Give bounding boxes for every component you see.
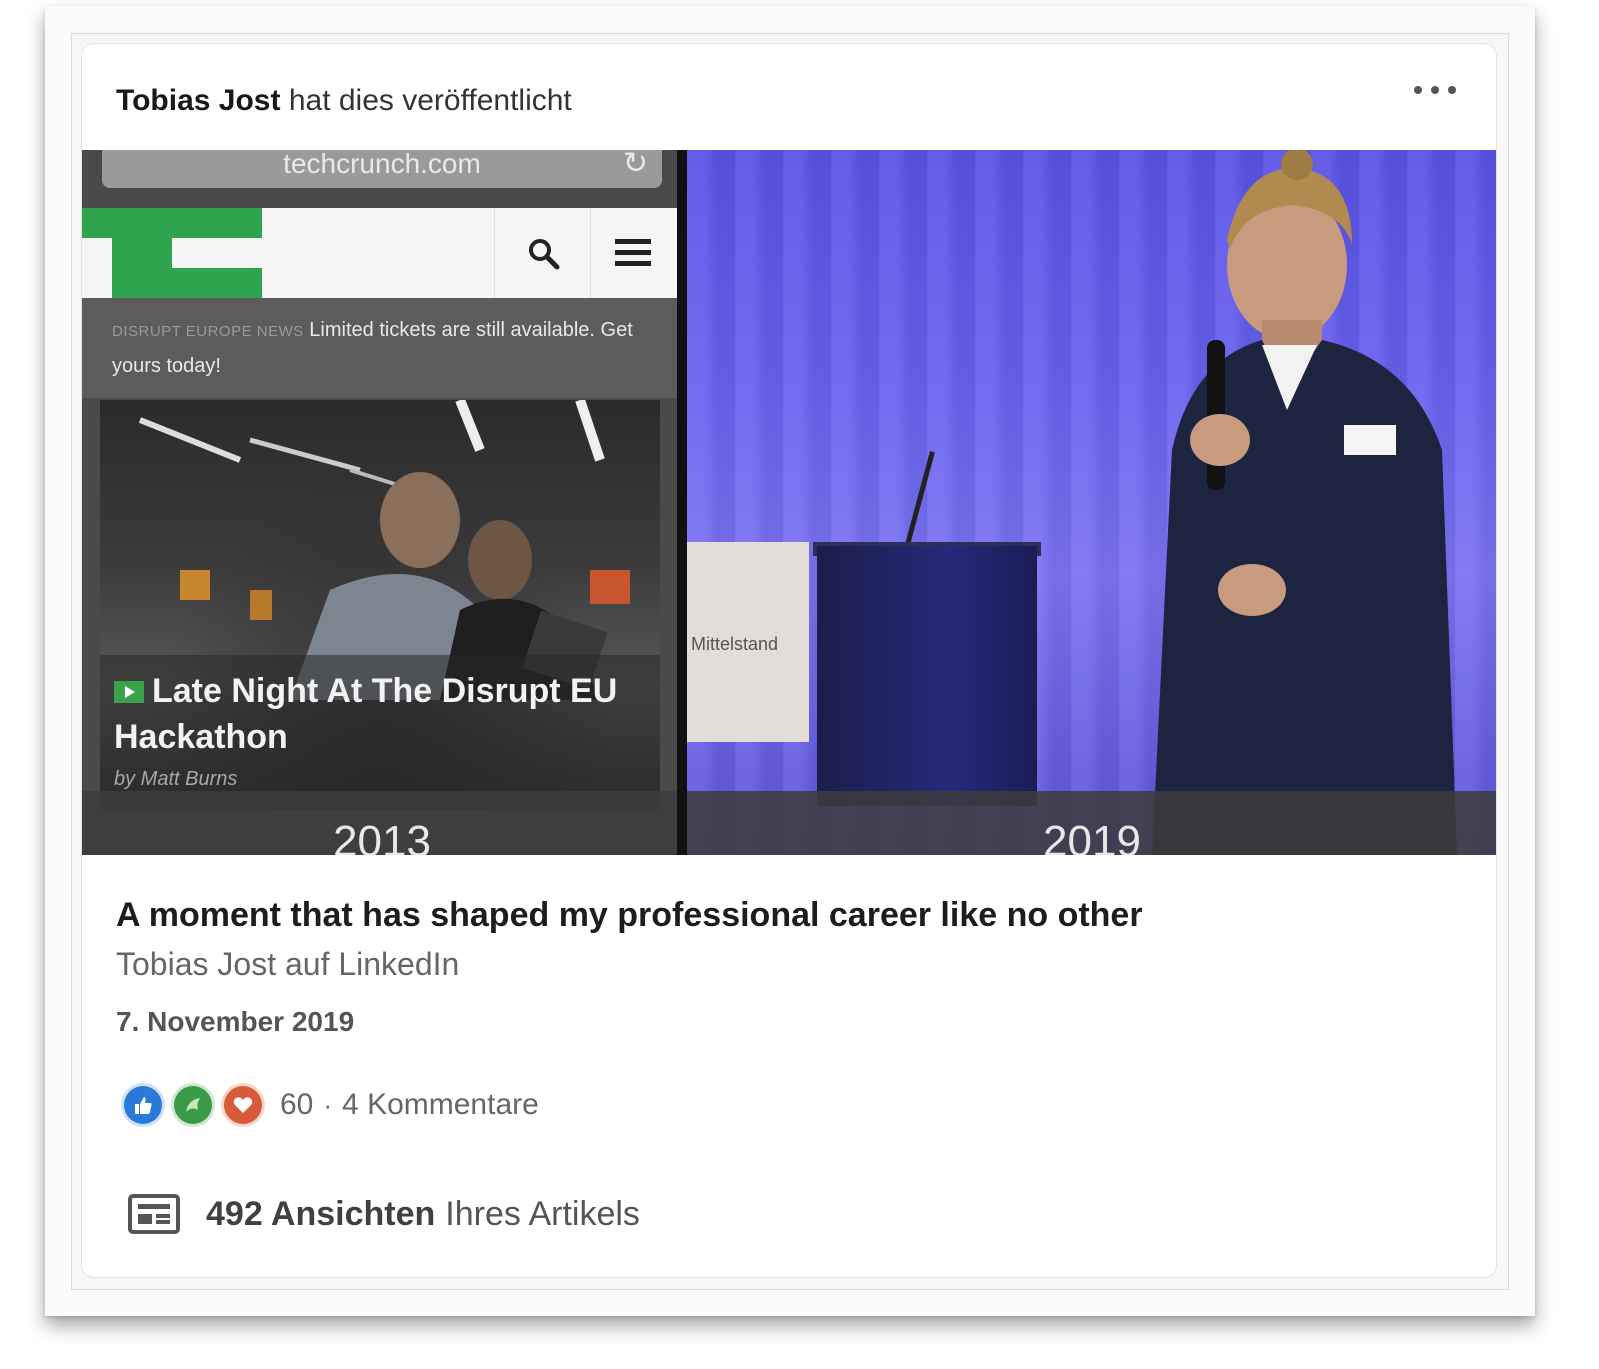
love-icon[interactable] — [224, 1086, 262, 1124]
social-counts: 60 · 4 Kommentare — [124, 1086, 539, 1124]
image-divider — [677, 150, 687, 855]
like-icon[interactable] — [124, 1086, 162, 1124]
separator-dot: · — [323, 1089, 333, 1120]
reaction-count[interactable]: 60 — [280, 1088, 313, 1122]
year-label-right: 2019 — [1043, 817, 1141, 855]
stage-banner-text: Mittelstand — [691, 634, 779, 654]
article-date: 7. November 2019 — [116, 1006, 355, 1037]
techcrunch-header — [82, 208, 677, 298]
views-count: 492 Ansichten — [206, 1194, 436, 1233]
image-left-2013: techcrunch.com ↻ DISRUPT EUROPE NEWS Lim… — [82, 150, 677, 855]
year-label-left: 2013 — [333, 817, 431, 855]
speaker-figure — [1152, 150, 1457, 855]
more-dot-icon — [1431, 86, 1439, 94]
browser-url-bar: techcrunch.com ↻ — [102, 150, 662, 188]
post-image[interactable]: techcrunch.com ↻ DISRUPT EUROPE NEWS Lim… — [82, 150, 1496, 855]
more-options-button[interactable] — [1414, 86, 1456, 94]
reload-icon: ↻ — [622, 150, 648, 180]
browser-url: techcrunch.com — [283, 150, 481, 179]
news-tag: DISRUPT EUROPE NEWS — [112, 323, 304, 340]
techcrunch-logo-icon — [82, 208, 262, 298]
article-views[interactable]: 492 Ansichten Ihres Artikels — [128, 1194, 640, 1234]
views-suffix: Ihres Artikels — [445, 1194, 640, 1233]
more-dot-icon — [1448, 86, 1456, 94]
search-icon — [494, 208, 591, 298]
post-action-text: hat dies veröffentlicht — [280, 84, 572, 117]
article-source: Tobias Jost auf LinkedIn — [116, 946, 460, 982]
podium-microphone — [904, 451, 935, 549]
post-header: Tobias Jost hat dies veröffentlicht — [116, 84, 572, 118]
hamburger-menu-icon — [589, 208, 677, 298]
news-banner: DISRUPT EUROPE NEWS Limited tickets are … — [82, 298, 677, 398]
author-name[interactable]: Tobias Jost — [116, 84, 280, 117]
more-dot-icon — [1414, 86, 1422, 94]
screenshot-window: Tobias Jost hat dies veröffentlicht tech… — [45, 6, 1535, 1316]
podium — [817, 546, 1037, 806]
hackathon-photo: Late Night At The Disrupt EU Hackathon b… — [100, 400, 660, 810]
article-headline[interactable]: A moment that has shaped my professional… — [116, 896, 1143, 935]
article-icon — [128, 1194, 180, 1234]
comments-link[interactable]: 4 Kommentare — [342, 1088, 539, 1122]
post-card: Tobias Jost hat dies veröffentlicht tech… — [82, 44, 1496, 1277]
article-title: Late Night At The Disrupt EU Hackathon — [114, 672, 618, 756]
video-play-icon — [114, 681, 144, 703]
post-frame: Tobias Jost hat dies veröffentlicht tech… — [71, 33, 1509, 1290]
celebrate-icon[interactable] — [174, 1086, 212, 1124]
image-right-2019: Mittelstand 2019 — [687, 150, 1496, 855]
article-byline: by Matt Burns — [114, 768, 238, 790]
